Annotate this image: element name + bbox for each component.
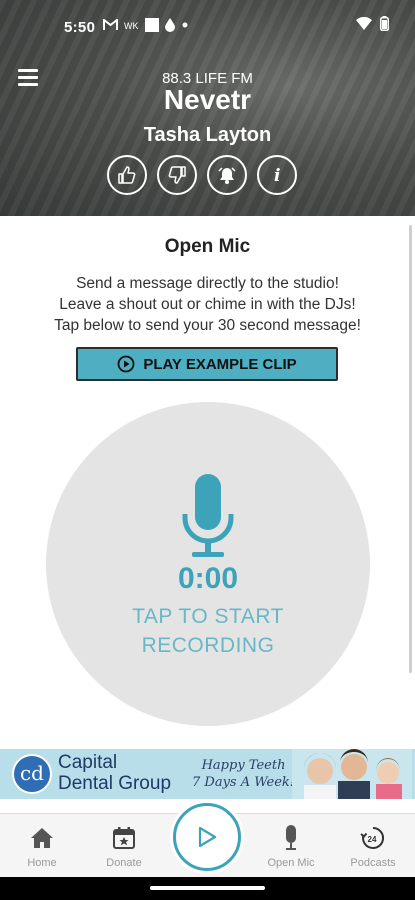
nav-label: Open Mic (267, 857, 315, 869)
alarm-bell-icon (218, 167, 236, 184)
status-bar: 5:50 WK (0, 0, 415, 54)
artist-name: Tasha Layton (143, 124, 272, 146)
dental-logo: cd (12, 754, 52, 794)
more-notifications-dot-icon (182, 22, 188, 28)
ad-company-name: Capital Dental Group (58, 752, 171, 794)
info-icon: i (274, 166, 280, 185)
song-title: Nevetr (163, 84, 252, 115)
scrollbar[interactable] (409, 225, 412, 673)
nav-label: Home (27, 857, 57, 869)
play-ring (173, 803, 241, 871)
play-icon (198, 826, 217, 848)
description-line: Leave a shout out or chime in with the D… (59, 296, 356, 313)
drop-notification-icon (165, 18, 175, 32)
page-description: Send a message directly to the studio! L… (0, 273, 415, 336)
nav-donate[interactable]: Donate (89, 824, 159, 869)
wifi-icon (356, 17, 372, 30)
alarm-button[interactable] (207, 155, 247, 195)
ad-name-line: Dental Group (58, 773, 172, 794)
svg-text:i: i (274, 166, 280, 185)
song-actions: i (107, 155, 297, 195)
notification-icons: WK (103, 18, 189, 32)
home-icon (31, 828, 53, 848)
ad-banner[interactable]: cd Capital Dental Group Happy Teeth 7 Da… (0, 749, 415, 799)
info-button[interactable]: i (257, 155, 297, 195)
thumbs-down-icon (168, 166, 186, 184)
svg-text:24: 24 (368, 835, 377, 844)
play-circle-icon (117, 355, 135, 373)
nav-home[interactable]: Home (7, 824, 77, 869)
microphone-icon (286, 825, 296, 850)
description-line: Send a message directly to the studio! (76, 275, 339, 292)
microphone-icon (182, 474, 234, 557)
nav-label: Donate (106, 857, 142, 869)
system-status-icons (356, 16, 389, 31)
nav-podcasts[interactable]: 24 Podcasts (338, 824, 408, 869)
description-line: Tap below to send your 30 second message… (54, 317, 361, 334)
ad-family-photo (292, 749, 412, 799)
ad-tagline: Happy Teeth 7 Days A Week! (192, 757, 295, 791)
play-example-label: PLAY EXAMPLE CLIP (143, 355, 297, 373)
battery-icon (380, 16, 389, 31)
home-gesture-handle[interactable] (150, 886, 265, 890)
center-play-button[interactable] (170, 800, 244, 874)
recording-timer: 0:00 (177, 562, 239, 595)
thumbs-down-button[interactable] (157, 155, 197, 195)
ad-tagline-line: Happy Teeth (201, 758, 286, 773)
record-prompt: TAP TO START RECORDING (46, 602, 370, 660)
record-button[interactable]: 0:00 TAP TO START RECORDING (46, 402, 370, 726)
square-notification-icon (145, 18, 159, 32)
ad-name-line: Capital (58, 752, 118, 773)
nav-label: Podcasts (350, 857, 396, 869)
record-prompt-line: TAP TO START (132, 605, 284, 628)
gmail-icon (103, 19, 118, 30)
system-navigation-bar (0, 877, 415, 900)
svg-text:WK: WK (124, 21, 139, 31)
play-example-clip-button[interactable]: PLAY EXAMPLE CLIP (76, 347, 338, 381)
thumbs-up-icon (118, 166, 136, 184)
ad-tagline-line: 7 Days A Week! (192, 775, 296, 790)
status-time: 5:50 (64, 19, 96, 36)
nav-open-mic[interactable]: Open Mic (256, 824, 326, 869)
page-title: Open Mic (164, 236, 251, 257)
podcast-24-icon: 24 (360, 826, 385, 849)
record-prompt-line: RECORDING (141, 634, 275, 657)
app-notification-icon: WK (124, 21, 139, 31)
thumbs-up-button[interactable] (107, 155, 147, 195)
calendar-star-icon (113, 827, 135, 849)
